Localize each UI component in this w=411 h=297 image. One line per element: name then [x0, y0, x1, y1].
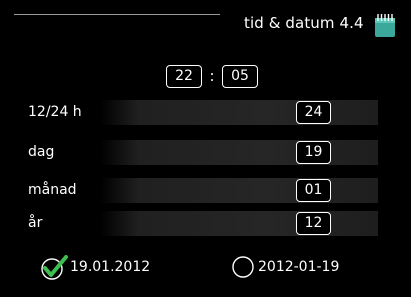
time-minute-field[interactable]: 05 [222, 65, 258, 88]
year-value-field[interactable]: 12 [296, 212, 331, 235]
setting-row-clock-format[interactable]: 12/24 h 24 [28, 97, 379, 127]
time-separator: : [209, 67, 215, 85]
screen: tid & datum 4.4 22 : 05 12/24 h 24 dag 1… [0, 0, 411, 297]
row-highlight-bar [100, 140, 378, 165]
page-title: tid & datum 4.4 [244, 14, 364, 32]
row-highlight-bar [100, 178, 378, 203]
date-format-label: 2012-01-19 [258, 259, 340, 275]
month-value-field[interactable]: 01 [296, 179, 331, 202]
setting-label: månad [28, 182, 77, 198]
time-hour-field[interactable]: 22 [166, 65, 202, 88]
header-divider [14, 14, 220, 15]
setting-label: dag [28, 144, 55, 160]
day-value-field[interactable]: 19 [296, 141, 331, 164]
setting-row-year[interactable]: år 12 [28, 208, 379, 238]
date-format-label: 19.01.2012 [70, 259, 151, 275]
radio-unselected-icon [232, 256, 254, 278]
row-highlight-bar [100, 211, 378, 236]
checkmark-icon [41, 255, 68, 280]
setting-row-month[interactable]: månad 01 [28, 175, 379, 205]
setting-row-day[interactable]: dag 19 [28, 137, 379, 167]
calendar-icon [375, 14, 395, 37]
setting-label: 12/24 h [28, 104, 82, 120]
setting-label: år [28, 215, 43, 231]
row-highlight-bar [100, 100, 378, 125]
clock-format-value-field[interactable]: 24 [296, 101, 331, 124]
